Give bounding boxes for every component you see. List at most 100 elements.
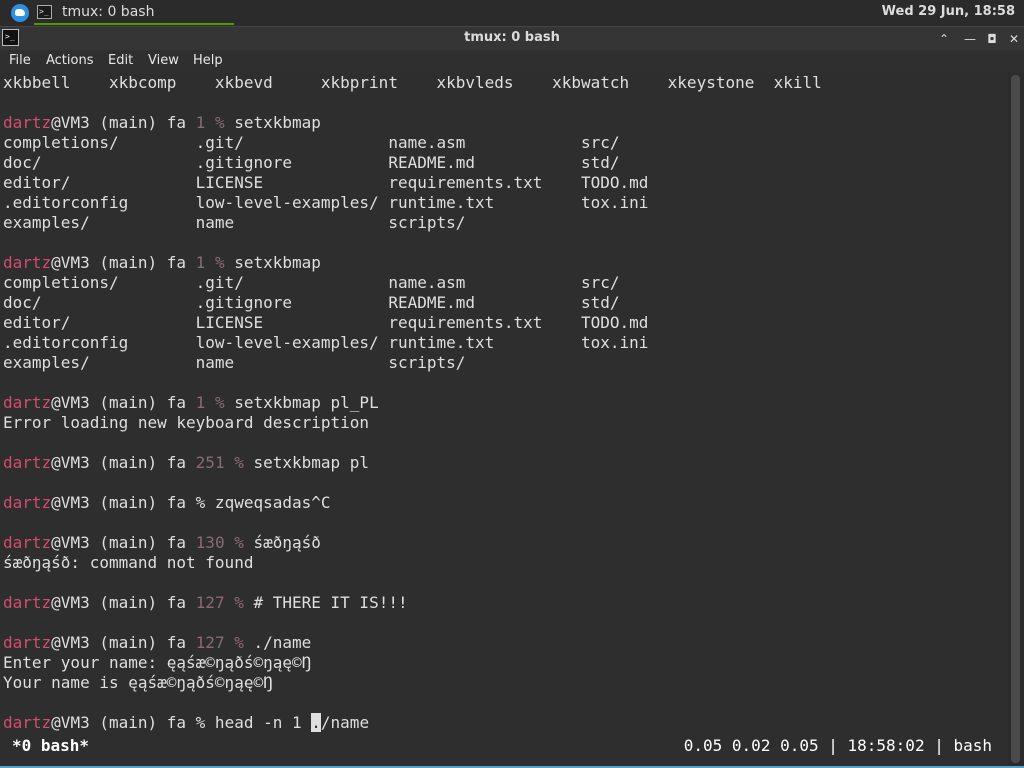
- terminal-text: editor/ LICENSE requirements.txt TODO.md: [3, 173, 649, 192]
- top-panel: >_ tmux: 0 bash Wed 29 Jun, 18:58: [0, 0, 1024, 26]
- prompt-exit-code: 1 %: [195, 393, 235, 412]
- terminal-line: editor/ LICENSE requirements.txt TODO.md: [3, 173, 1003, 193]
- terminal-line: dartz@VM3 (main) fa % head -n 1 ./name: [3, 713, 1003, 733]
- prompt-exit-code: 251 %: [195, 453, 254, 472]
- terminal-text: setxkbmap: [234, 113, 321, 132]
- prompt-user: dartz: [3, 253, 52, 272]
- app-menu-icon[interactable]: [11, 4, 29, 22]
- terminal-text: setxkbmap pl_PL: [234, 393, 379, 412]
- terminal-line: examples/ name scripts/: [3, 213, 1003, 233]
- terminal-text: @VM3 (main) fa: [51, 113, 196, 132]
- taskbar-item-tmux[interactable]: >_ tmux: 0 bash: [34, 1, 234, 25]
- terminal-line: dartz@VM3 (main) fa 1 % setxkbmap: [3, 113, 1003, 133]
- terminal-line: dartz@VM3 (main) fa 127 % # THERE IT IS!…: [3, 593, 1003, 613]
- terminal-text: setxkbmap pl: [253, 453, 370, 472]
- window-title: tmux: 0 bash: [464, 30, 560, 45]
- terminal-text: examples/ name scripts/: [3, 213, 466, 232]
- prompt-user: dartz: [3, 393, 52, 412]
- terminal-line: dartz@VM3 (main) fa 130 % śæðŋąśð: [3, 533, 1003, 553]
- close-button[interactable]: ✕: [1004, 29, 1024, 49]
- terminal-text: xkbbell xkbcomp xkbevd xkbprint xkbvleds…: [3, 73, 822, 92]
- menubar: File Actions Edit View Help: [0, 50, 1024, 73]
- terminal-text: .editorconfig low-level-examples/ runtim…: [3, 193, 649, 212]
- terminal-line: editor/ LICENSE requirements.txt TODO.md: [3, 313, 1003, 333]
- prompt-user: dartz: [3, 633, 52, 652]
- terminal-line: Your name is ęąśæ©ŋąðś©ŋąę©Ŋ: [3, 673, 1003, 693]
- prompt-user: dartz: [3, 453, 52, 472]
- terminal-text: # THERE IT IS!!!: [253, 593, 408, 612]
- terminal-text: Error loading new keyboard description: [3, 413, 370, 432]
- terminal-line: doc/ .gitignore README.md std/: [3, 293, 1003, 313]
- prompt-exit-code: 1 %: [195, 253, 235, 272]
- terminal-line: dartz@VM3 (main) fa 251 % setxkbmap pl: [3, 453, 1003, 473]
- terminal-line: doc/ .gitignore README.md std/: [3, 153, 1003, 173]
- terminal-line: completions/ .git/ name.asm src/: [3, 273, 1003, 293]
- minimize-button[interactable]: —: [960, 29, 980, 49]
- terminal-line: dartz@VM3 (main) fa 1 % setxkbmap: [3, 253, 1003, 273]
- terminal-text: Your name is ęąśæ©ŋąðś©ŋąę©Ŋ: [3, 673, 273, 692]
- terminal-line: xkbbell xkbcomp xkbevd xkbprint xkbvleds…: [3, 73, 1003, 93]
- prompt-user: dartz: [3, 533, 52, 552]
- terminal-text: śæðŋąśð: command not found: [3, 553, 254, 572]
- terminal-text: setxkbmap: [234, 253, 321, 272]
- maximize-button[interactable]: ◘: [982, 29, 1002, 49]
- menu-edit[interactable]: Edit: [108, 53, 133, 68]
- terminal-text: completions/ .git/ name.asm src/: [3, 133, 620, 152]
- prompt-user: dartz: [3, 493, 52, 512]
- terminal-line: śæðŋąśð: command not found: [3, 553, 1003, 573]
- prompt-user: dartz: [3, 713, 52, 732]
- prompt-exit-code: 130 %: [195, 533, 254, 552]
- terminal-text: /name: [320, 713, 370, 732]
- terminal-output: xkbbell xkbcomp xkbevd xkbprint xkbvleds…: [3, 73, 1003, 733]
- terminal-text: @VM3 (main) fa: [51, 593, 196, 612]
- terminal-line: completions/ .git/ name.asm src/: [3, 133, 1003, 153]
- prompt-exit-code: 127 %: [195, 593, 254, 612]
- terminal-line: dartz@VM3 (main) fa 1 % setxkbmap pl_PL: [3, 393, 1003, 413]
- terminal-text: .editorconfig low-level-examples/ runtim…: [3, 333, 649, 352]
- prompt-exit-code: 1 %: [195, 113, 235, 132]
- clock[interactable]: Wed 29 Jun, 18:58: [882, 4, 1015, 19]
- terminal-text: doc/ .gitignore README.md std/: [3, 293, 620, 312]
- prompt-exit-code: 127 %: [195, 633, 254, 652]
- terminal-icon: >_: [37, 5, 52, 19]
- terminal-line: Error loading new keyboard description: [3, 413, 1003, 433]
- terminal-text: Enter your name: ęąśæ©ŋąðś©ŋąę©Ŋ: [3, 653, 312, 672]
- terminal-line: .editorconfig low-level-examples/ runtim…: [3, 333, 1003, 353]
- menu-file[interactable]: File: [9, 53, 31, 68]
- tmux-window-list[interactable]: *0 bash*: [12, 735, 89, 757]
- terminal-line: dartz@VM3 (main) fa 127 % ./name: [3, 633, 1003, 653]
- terminal-text: examples/ name scripts/: [3, 353, 466, 372]
- terminal-text: completions/ .git/ name.asm src/: [3, 273, 620, 292]
- scrollbar-thumb[interactable]: [1011, 75, 1020, 763]
- menu-view[interactable]: View: [148, 53, 179, 68]
- terminal-text: @VM3 (main) fa % zqweqsadas^C: [51, 493, 331, 512]
- shade-button[interactable]: ⌃: [934, 29, 954, 49]
- terminal-line: dartz@VM3 (main) fa % zqweqsadas^C: [3, 493, 1003, 513]
- tmux-status-info: 0.05 0.02 0.05 | 18:58:02 | bash: [683, 736, 992, 755]
- terminal-text: @VM3 (main) fa % head -n 1: [51, 713, 312, 732]
- menu-actions[interactable]: Actions: [46, 53, 94, 68]
- tmux-status-bar: *0 bash* 0.05 0.02 0.05 | 18:58:02 | bas…: [0, 735, 1008, 757]
- terminal-area[interactable]: xkbbell xkbcomp xkbevd xkbprint xkbvleds…: [0, 73, 1008, 767]
- terminal-text: @VM3 (main) fa: [51, 533, 196, 552]
- terminal-text: @VM3 (main) fa: [51, 253, 196, 272]
- terminal-cursor: .: [311, 713, 321, 732]
- window-titlebar[interactable]: >_ tmux: 0 bash ⌃ — ◘ ✕: [0, 26, 1024, 50]
- taskbar-item-label: tmux: 0 bash: [62, 4, 155, 20]
- terminal-text: ./name: [253, 633, 312, 652]
- prompt-user: dartz: [3, 593, 52, 612]
- menu-help[interactable]: Help: [193, 53, 223, 68]
- prompt-user: dartz: [3, 113, 52, 132]
- terminal-text: doc/ .gitignore README.md std/: [3, 153, 620, 172]
- terminal-text: @VM3 (main) fa: [51, 393, 196, 412]
- terminal-text: śæðŋąśð: [253, 533, 321, 552]
- scrollbar[interactable]: [1008, 73, 1024, 767]
- terminal-text: editor/ LICENSE requirements.txt TODO.md: [3, 313, 649, 332]
